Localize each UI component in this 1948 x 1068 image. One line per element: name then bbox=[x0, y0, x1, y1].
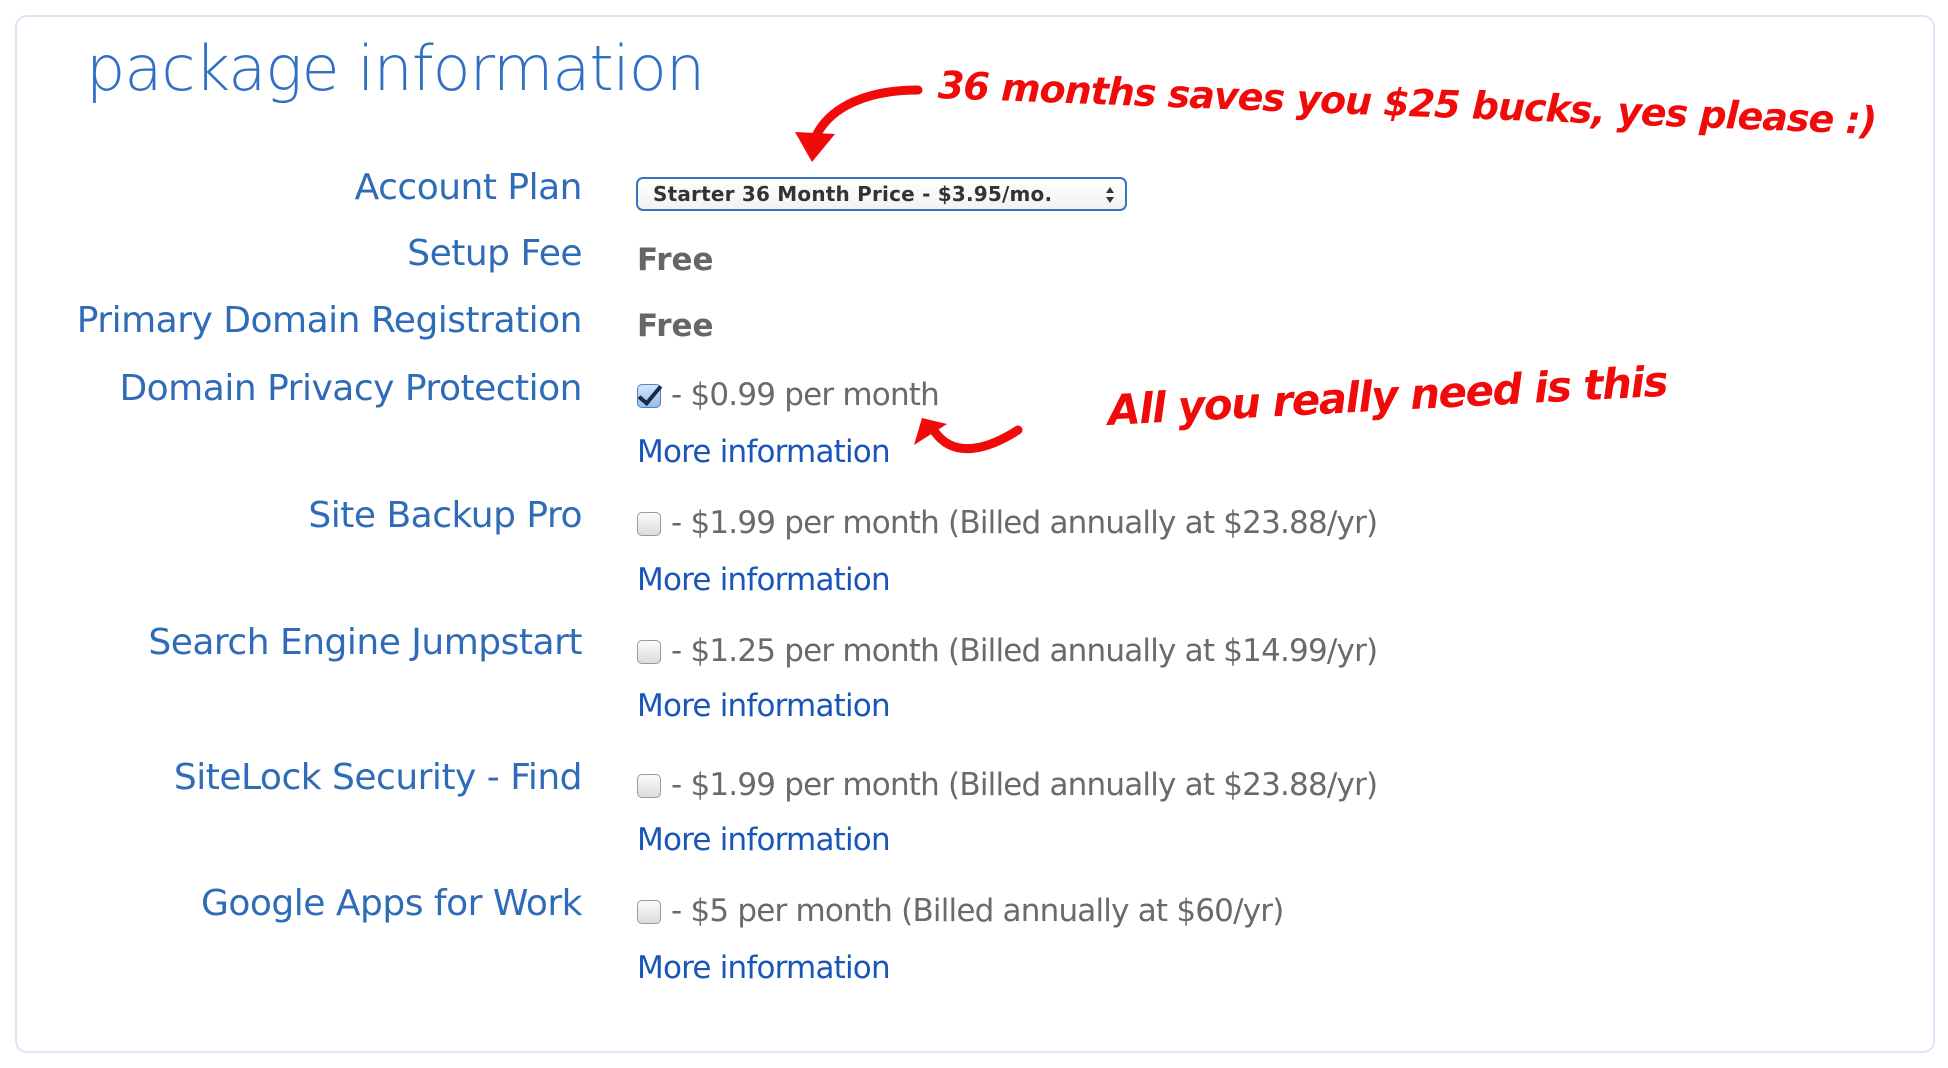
addon-option-google-apps: - $5 per month (Billed annually at $60/y… bbox=[637, 896, 1284, 927]
addon-label-domain-privacy: Domain Privacy Protection bbox=[119, 368, 582, 409]
more-information-link-domain-privacy[interactable]: More information bbox=[637, 437, 891, 468]
setup-fee-label: Setup Fee bbox=[407, 233, 582, 274]
addon-price-google-apps: - $5 per month (Billed annually at $60/y… bbox=[671, 893, 1284, 929]
addon-option-search-engine: - $1.25 per month (Billed annually at $1… bbox=[637, 633, 1378, 669]
addon-option-site-backup: - $1.99 per month (Billed annually at $2… bbox=[637, 505, 1378, 541]
more-information-link-site-backup[interactable]: More information bbox=[637, 565, 891, 596]
addon-price-domain-privacy: - $0.99 per month bbox=[671, 377, 940, 413]
addon-option-domain-privacy: - $0.99 per month bbox=[637, 377, 940, 413]
addon-price-sitelock: - $1.99 per month (Billed annually at $2… bbox=[671, 767, 1378, 803]
section-title: package information bbox=[86, 32, 705, 105]
addon-option-sitelock: - $1.99 per month (Billed annually at $2… bbox=[637, 767, 1378, 803]
addon-label-site-backup: Site Backup Pro bbox=[308, 495, 582, 536]
addon-label-search-engine: Search Engine Jumpstart bbox=[148, 622, 582, 663]
primary-domain-label: Primary Domain Registration bbox=[76, 300, 583, 341]
primary-domain-value: Free bbox=[637, 308, 714, 344]
addon-price-search-engine: - $1.25 per month (Billed annually at $1… bbox=[671, 633, 1378, 669]
addon-checkbox-sitelock[interactable] bbox=[637, 773, 661, 798]
addon-checkbox-search-engine[interactable] bbox=[637, 639, 661, 664]
select-updown-arrows-icon bbox=[1106, 187, 1114, 203]
account-plan-label: Account Plan bbox=[354, 167, 583, 208]
account-plan-selected-value: Starter 36 Month Price - $3.95/mo. bbox=[653, 182, 1053, 206]
setup-fee-value: Free bbox=[637, 242, 714, 278]
more-information-link-search-engine[interactable]: More information bbox=[637, 691, 891, 722]
account-plan-select[interactable]: Starter 36 Month Price - $3.95/mo. bbox=[636, 177, 1127, 211]
addon-label-google-apps: Google Apps for Work bbox=[200, 883, 583, 924]
addon-checkbox-google-apps[interactable] bbox=[637, 899, 661, 924]
addon-price-site-backup: - $1.99 per month (Billed annually at $2… bbox=[671, 505, 1378, 541]
more-information-link-sitelock[interactable]: More information bbox=[637, 825, 891, 856]
addon-label-sitelock: SiteLock Security - Find bbox=[173, 757, 583, 798]
addon-checkbox-site-backup[interactable] bbox=[637, 511, 661, 536]
addon-checkbox-domain-privacy[interactable] bbox=[637, 383, 661, 408]
more-information-link-google-apps[interactable]: More information bbox=[637, 953, 891, 984]
